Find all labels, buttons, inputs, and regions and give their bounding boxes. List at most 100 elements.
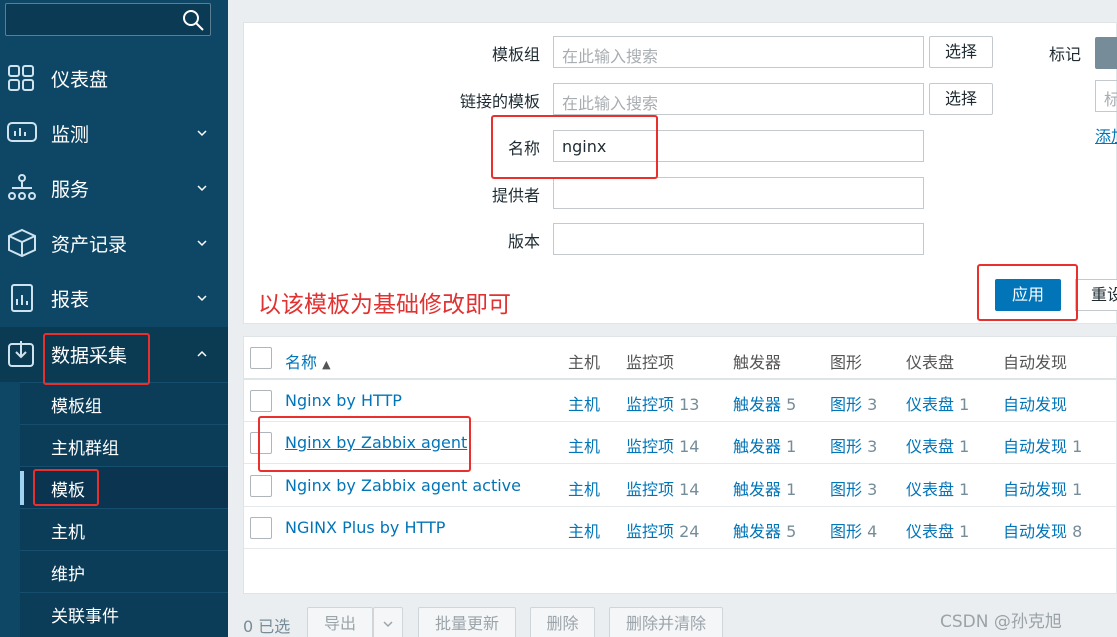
dashboards-link[interactable]: 仪表盘 bbox=[906, 395, 954, 414]
items-link[interactable]: 监控项 bbox=[626, 522, 674, 541]
discovery-link[interactable]: 自动发现 bbox=[1003, 395, 1067, 414]
reset-button[interactable]: 重设 bbox=[1075, 279, 1117, 311]
table-row: NGINX Plus by HTTP 主机 监控项 24 触发器 5 图形 4 … bbox=[244, 507, 1117, 549]
template-group-input[interactable]: 在此输入搜索 bbox=[553, 36, 924, 68]
column-header-dashboards: 仪表盘 bbox=[906, 353, 955, 372]
nav-item-dashboard[interactable]: 仪表盘 bbox=[0, 51, 228, 106]
submenu-item-maintenance[interactable]: 维护 bbox=[20, 550, 228, 592]
submenu-label: 主机群组 bbox=[51, 439, 119, 459]
vendor-input[interactable] bbox=[553, 177, 924, 209]
triggers-cell: 触发器 5 bbox=[733, 391, 796, 415]
export-button[interactable]: 导出 bbox=[307, 607, 373, 637]
hosts-link[interactable]: 主机 bbox=[568, 476, 600, 500]
triggers-count: 5 bbox=[786, 395, 797, 414]
watermark: CSDN @孙克旭 bbox=[940, 612, 1062, 632]
sidebar: 仪表盘 监测 服务 资产记录 报表 数据采集 模板组 主机群组 模板 主机 维护… bbox=[0, 0, 228, 637]
nav-label: 服务 bbox=[51, 179, 90, 201]
hosts-link[interactable]: 主机 bbox=[568, 518, 600, 542]
dashboard-icon bbox=[8, 65, 34, 91]
mass-update-button[interactable]: 批量更新 bbox=[418, 607, 516, 637]
submenu-item-event-correlation[interactable]: 关联事件 bbox=[20, 592, 228, 634]
row-checkbox[interactable] bbox=[250, 517, 272, 539]
graphs-link[interactable]: 图形 bbox=[830, 395, 862, 414]
items-count: 13 bbox=[679, 395, 700, 414]
tags-add-link[interactable]: 添加 bbox=[1095, 123, 1117, 147]
sidebar-search-input[interactable] bbox=[5, 3, 211, 36]
nav-label: 报表 bbox=[51, 289, 90, 311]
graphs-count: 3 bbox=[867, 480, 878, 499]
discovery-link[interactable]: 自动发现 bbox=[1003, 522, 1067, 541]
linked-templates-input[interactable]: 在此输入搜索 bbox=[553, 83, 924, 115]
nav-label: 仪表盘 bbox=[51, 69, 109, 91]
submenu-item-host-groups[interactable]: 主机群组 bbox=[20, 424, 228, 466]
highlight-box bbox=[33, 469, 99, 506]
items-link[interactable]: 监控项 bbox=[626, 480, 674, 499]
hosts-link[interactable]: 主机 bbox=[568, 391, 600, 415]
nav-item-services[interactable]: 服务 bbox=[0, 161, 228, 216]
template-name-link[interactable]: Nginx by HTTP bbox=[285, 391, 402, 410]
hosts-link[interactable]: 主机 bbox=[568, 433, 600, 457]
dashboards-link[interactable]: 仪表盘 bbox=[906, 437, 954, 456]
discovery-cell: 自动发现 bbox=[1003, 391, 1067, 415]
graphs-link[interactable]: 图形 bbox=[830, 522, 862, 541]
version-input[interactable] bbox=[553, 223, 924, 255]
dashboards-count: 1 bbox=[959, 437, 970, 456]
highlight-box bbox=[491, 115, 658, 179]
row-checkbox[interactable] bbox=[250, 475, 272, 497]
items-link[interactable]: 监控项 bbox=[626, 395, 674, 414]
submenu: 模板组 主机群组 模板 主机 维护 关联事件 bbox=[20, 382, 228, 637]
template-group-select-button[interactable]: 选择 bbox=[929, 36, 993, 68]
nav-item-inventory[interactable]: 资产记录 bbox=[0, 216, 228, 271]
submenu-label: 维护 bbox=[51, 565, 85, 585]
dashboards-count: 1 bbox=[959, 522, 970, 541]
tags-operator-toggle[interactable] bbox=[1095, 37, 1117, 69]
chevron-down-icon bbox=[197, 295, 207, 302]
items-link[interactable]: 监控项 bbox=[626, 437, 674, 456]
discovery-link[interactable]: 自动发现 bbox=[1003, 480, 1067, 499]
nav-item-reports[interactable]: 报表 bbox=[0, 271, 228, 326]
triggers-link[interactable]: 触发器 bbox=[733, 395, 781, 414]
nav-label: 监测 bbox=[51, 124, 90, 146]
items-count: 14 bbox=[679, 437, 700, 456]
triggers-link[interactable]: 触发器 bbox=[733, 437, 781, 456]
dashboards-link[interactable]: 仪表盘 bbox=[906, 480, 954, 499]
linked-templates-label: 链接的模板 bbox=[459, 92, 540, 111]
nav-item-monitoring[interactable]: 监测 bbox=[0, 106, 228, 161]
column-header-name[interactable]: 名称 ▲ bbox=[285, 349, 331, 373]
name-header-label[interactable]: 名称 bbox=[285, 353, 317, 372]
submenu-item-template-groups[interactable]: 模板组 bbox=[20, 382, 228, 424]
dashboards-cell: 仪表盘 1 bbox=[906, 391, 969, 415]
discovery-count: 1 bbox=[1072, 480, 1083, 499]
tags-input[interactable]: 标 bbox=[1095, 80, 1117, 112]
search-icon[interactable] bbox=[180, 7, 206, 33]
dashboards-link[interactable]: 仪表盘 bbox=[906, 522, 954, 541]
linked-templates-select-button[interactable]: 选择 bbox=[929, 83, 993, 115]
template-name-link[interactable]: NGINX Plus by HTTP bbox=[285, 518, 445, 537]
select-all-checkbox[interactable] bbox=[250, 347, 272, 369]
template-group-label: 模板组 bbox=[491, 45, 540, 64]
dashboards-cell: 仪表盘 1 bbox=[906, 518, 969, 542]
chevron-down-icon bbox=[383, 621, 393, 628]
discovery-count: 8 bbox=[1072, 522, 1083, 541]
triggers-count: 5 bbox=[786, 522, 797, 541]
highlight-box bbox=[258, 416, 471, 472]
template-name-link[interactable]: Nginx by Zabbix agent active bbox=[285, 476, 521, 495]
triggers-link[interactable]: 触发器 bbox=[733, 480, 781, 499]
triggers-cell: 触发器 1 bbox=[733, 433, 796, 457]
dashboards-cell: 仪表盘 1 bbox=[906, 476, 969, 500]
submenu-item-hosts[interactable]: 主机 bbox=[20, 508, 228, 550]
delete-and-clear-button[interactable]: 删除并清除 bbox=[609, 607, 723, 637]
items-count: 14 bbox=[679, 480, 700, 499]
triggers-link[interactable]: 触发器 bbox=[733, 522, 781, 541]
discovery-cell: 自动发现 8 bbox=[1003, 518, 1082, 542]
delete-button[interactable]: 删除 bbox=[530, 607, 595, 637]
graphs-link[interactable]: 图形 bbox=[830, 480, 862, 499]
selected-count: 0 已选 bbox=[243, 617, 291, 636]
triggers-cell: 触发器 5 bbox=[733, 518, 796, 542]
export-dropdown-button[interactable] bbox=[373, 607, 403, 637]
row-checkbox[interactable] bbox=[250, 390, 272, 412]
graphs-link[interactable]: 图形 bbox=[830, 437, 862, 456]
dashboards-count: 1 bbox=[959, 480, 970, 499]
discovery-link[interactable]: 自动发现 bbox=[1003, 437, 1067, 456]
highlight-box bbox=[43, 333, 150, 385]
